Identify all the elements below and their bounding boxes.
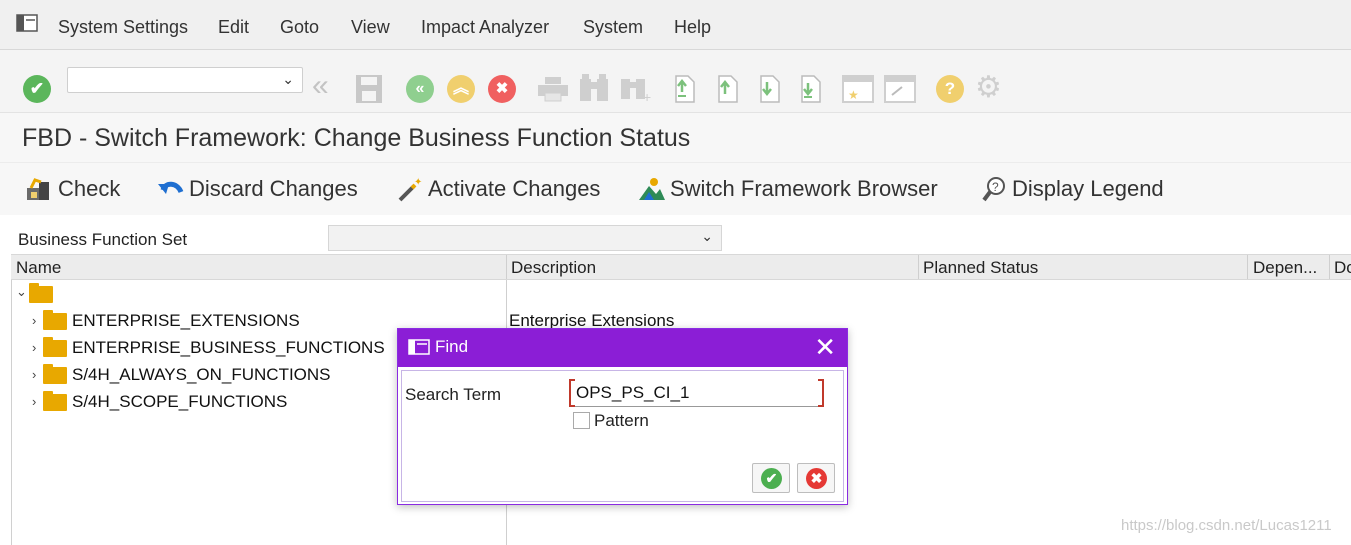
tree-node-s4h-scope-functions[interactable]: S/4H_SCOPE_FUNCTIONS xyxy=(72,392,287,412)
folder-icon xyxy=(43,391,67,411)
watermark: https://blog.csdn.net/Lucas1211 xyxy=(1121,517,1332,534)
check-label: Check xyxy=(58,176,121,202)
menu-goto[interactable]: Goto xyxy=(280,17,319,38)
tree-node-enterprise-business-functions[interactable]: ENTERPRISE_BUSINESS_FUNCTIONS xyxy=(72,338,385,358)
column-divider[interactable] xyxy=(1329,255,1330,279)
cancel-button[interactable]: ✖ xyxy=(797,463,835,493)
find-icon[interactable] xyxy=(578,73,610,103)
collapse-caret-icon[interactable]: ⌄ xyxy=(16,284,27,300)
folder-icon xyxy=(43,337,67,357)
enter-icon[interactable]: ✔ xyxy=(23,75,51,103)
find-next-icon[interactable]: + xyxy=(619,73,653,103)
expand-caret-icon[interactable]: › xyxy=(32,394,36,409)
switch-framework-browser-button[interactable]: Switch Framework Browser xyxy=(638,175,938,203)
next-page-icon[interactable] xyxy=(755,74,783,104)
svg-text:?: ? xyxy=(992,180,999,194)
activate-changes-label: Activate Changes xyxy=(428,176,601,202)
save-icon[interactable] xyxy=(355,74,383,104)
find-dialog-header[interactable]: Find ✕ xyxy=(398,329,847,367)
tree-left-border xyxy=(11,280,12,545)
cancel-icon: ✖ xyxy=(806,468,827,489)
svg-text:✦: ✦ xyxy=(414,177,422,188)
menu-view[interactable]: View xyxy=(351,17,390,38)
last-page-icon[interactable] xyxy=(796,74,824,104)
first-page-icon[interactable] xyxy=(670,74,698,104)
title-bar: FBD - Switch Framework: Change Business … xyxy=(0,113,1351,163)
column-divider[interactable] xyxy=(1247,255,1248,279)
magic-wand-icon: ✦ xyxy=(398,177,422,202)
display-legend-label: Display Legend xyxy=(1012,176,1164,202)
business-function-set-dropdown[interactable]: ⌄ xyxy=(328,225,722,251)
find-dialog-title: Find xyxy=(435,337,469,356)
expand-caret-icon[interactable]: › xyxy=(32,367,36,382)
check-icon xyxy=(27,178,49,201)
column-divider[interactable] xyxy=(918,255,919,279)
check-button[interactable]: Check xyxy=(24,175,120,203)
discard-changes-label: Discard Changes xyxy=(189,176,358,202)
menu-impact-analyzer[interactable]: Impact Analyzer xyxy=(421,17,549,38)
folder-icon xyxy=(43,310,67,330)
column-header-description[interactable]: Description xyxy=(511,258,596,278)
expand-caret-icon[interactable]: › xyxy=(32,340,36,355)
back-nav-icon[interactable]: « xyxy=(406,75,434,103)
print-icon[interactable] xyxy=(537,76,569,102)
column-divider[interactable] xyxy=(506,255,507,279)
back-icon[interactable]: « xyxy=(312,69,329,103)
help-icon[interactable]: ? xyxy=(936,75,964,103)
business-function-set-label: Business Function Set xyxy=(18,230,188,249)
cancel-icon[interactable]: ✖ xyxy=(488,75,516,103)
menu-system-settings[interactable]: System Settings xyxy=(58,17,188,38)
column-header-planned-status[interactable]: Planned Status xyxy=(923,258,1038,278)
previous-page-icon[interactable] xyxy=(713,74,741,104)
menu-bar: System Settings Edit Goto View Impact An… xyxy=(0,0,1351,50)
pattern-label: Pattern xyxy=(594,411,649,430)
root-folder-icon xyxy=(29,283,53,303)
check-icon: ✔ xyxy=(761,468,782,489)
search-term-input[interactable] xyxy=(571,379,824,407)
create-session-icon[interactable]: ★ xyxy=(842,75,874,103)
shortcut-icon[interactable] xyxy=(884,75,916,103)
find-dialog: Find ✕ Search Term Pattern ✔ ✖ xyxy=(397,328,848,505)
svg-text:★: ★ xyxy=(848,88,859,102)
focus-bracket-left xyxy=(569,379,575,407)
page-title: FBD - Switch Framework: Change Business … xyxy=(22,124,691,152)
search-term-label: Search Term xyxy=(405,385,502,404)
menu-icon[interactable] xyxy=(16,14,38,32)
expand-caret-icon[interactable]: › xyxy=(32,313,36,328)
folder-icon xyxy=(43,364,67,384)
menu-system[interactable]: System xyxy=(583,17,643,38)
close-icon[interactable]: ✕ xyxy=(814,332,836,362)
switch-framework-browser-label: Switch Framework Browser xyxy=(670,176,938,202)
column-header-dependencies[interactable]: Depen... xyxy=(1253,258,1317,278)
pattern-checkbox[interactable] xyxy=(573,412,590,429)
chevron-down-icon[interactable]: ⌄ xyxy=(701,228,713,245)
application-toolbar: Check Discard Changes ✦ Activate Changes… xyxy=(0,163,1351,215)
dialog-menu-icon[interactable] xyxy=(408,339,430,355)
legend-icon: ? xyxy=(982,177,1005,202)
tree-node-s4h-always-on-functions[interactable]: S/4H_ALWAYS_ON_FUNCTIONS xyxy=(72,365,331,385)
menu-help[interactable]: Help xyxy=(674,17,711,38)
menu-edit[interactable]: Edit xyxy=(218,17,249,38)
column-header-name[interactable]: Name xyxy=(16,258,61,278)
tree-table-header: Name Description Planned Status Depen...… xyxy=(11,254,1351,280)
discard-changes-button[interactable]: Discard Changes xyxy=(157,175,358,203)
command-field[interactable]: ⌄ xyxy=(67,67,303,93)
settings-icon[interactable]: ⚙ xyxy=(975,70,1002,105)
display-legend-button[interactable]: ? Display Legend xyxy=(980,175,1164,203)
column-header-do[interactable]: Do xyxy=(1334,258,1351,278)
tree-node-enterprise-extensions[interactable]: ENTERPRISE_EXTENSIONS xyxy=(72,311,300,331)
focus-bracket-right xyxy=(818,379,824,407)
svg-text:+: + xyxy=(643,89,651,103)
standard-toolbar: ✔ ⌄ « « ︽ ✖ + ★ ? ⚙ xyxy=(0,50,1351,113)
ok-button[interactable]: ✔ xyxy=(752,463,790,493)
exit-icon[interactable]: ︽ xyxy=(447,75,475,103)
activate-changes-button[interactable]: ✦ Activate Changes xyxy=(396,175,600,203)
undo-icon xyxy=(158,181,184,195)
mountain-icon xyxy=(639,178,665,201)
chevron-down-icon[interactable]: ⌄ xyxy=(282,71,294,88)
